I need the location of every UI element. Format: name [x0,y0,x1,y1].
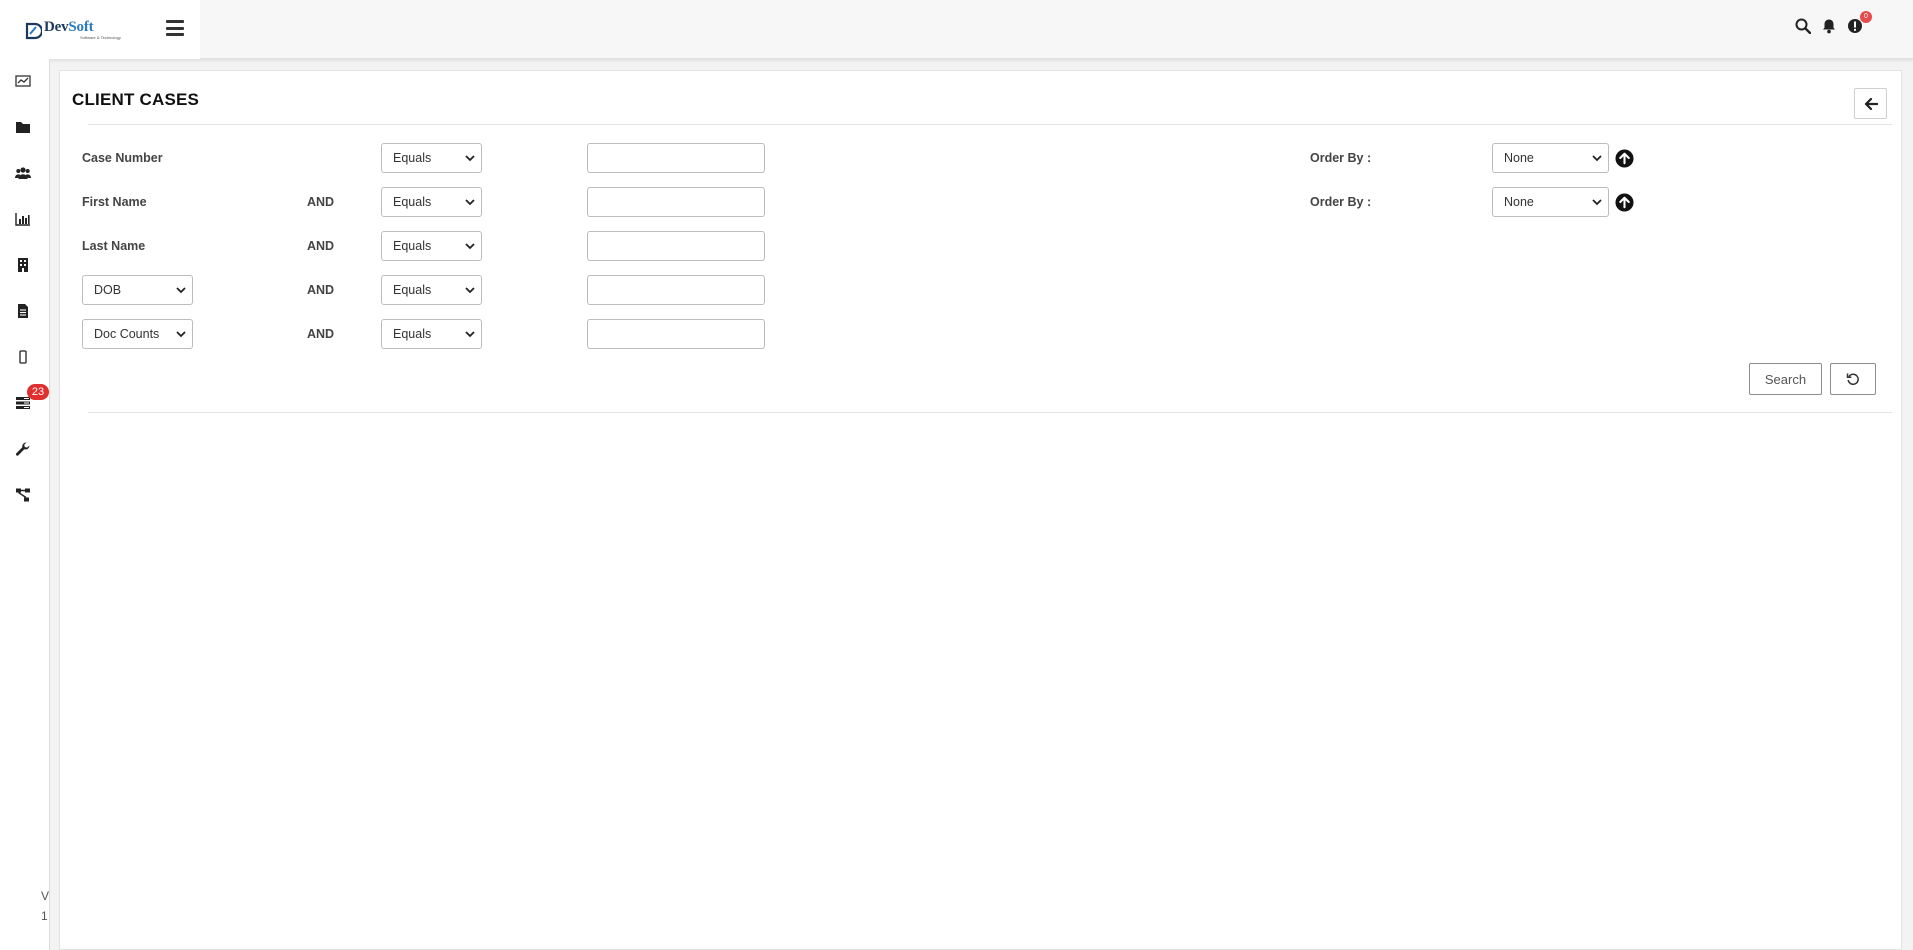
building-icon[interactable] [12,254,34,276]
chevron-down-icon [1592,155,1602,162]
wrench-icon[interactable] [12,438,34,460]
order-by-label-2: Order By : [1310,195,1372,209]
tasks-icon[interactable]: 23 [12,384,49,414]
client-cases-panel: CLIENT CASES Case Number Equals Order By… [59,70,1902,950]
brand-name-dev: Dev [44,19,69,35]
sidebar: 23 V 1 [0,59,50,950]
alert-count-badge: 0 [1860,11,1872,23]
sitemap-icon[interactable] [12,484,34,506]
sort-ascending-icon[interactable] [1615,193,1634,212]
connector-and-last-name: AND [307,239,335,253]
order-by-select-1[interactable]: None [1492,143,1609,173]
order-by-select-2[interactable]: None [1492,187,1609,217]
value-input-case-number[interactable] [587,143,765,173]
menu-toggle-icon[interactable] [166,20,184,36]
results-divider [88,412,1892,413]
chevron-down-icon [1592,199,1602,206]
connector-and-first-name: AND [307,195,335,209]
top-navbar: DevSoft Software & Technology 0 [0,0,1913,59]
chevron-down-icon [176,287,186,294]
order-by-label-1: Order By : [1310,151,1372,165]
chevron-down-icon [465,331,475,338]
version-label-line1: V [41,889,50,903]
operator-select-last-name[interactable]: Equals [381,231,482,261]
operator-select-case-number[interactable]: Equals [381,143,482,173]
arrow-left-icon [1864,97,1878,110]
chevron-down-icon [465,287,475,294]
filter-label-last-name: Last Name [82,239,146,253]
filter-label-case-number: Case Number [82,151,163,165]
brand-name-soft: Soft [68,19,94,35]
chevron-down-icon [465,243,475,250]
field-select-doc-counts[interactable]: Doc Counts [82,319,193,349]
operator-select-dob[interactable]: Equals [381,275,482,305]
alert-icon[interactable]: 0 [1847,11,1872,36]
bell-icon[interactable] [1821,18,1837,36]
refresh-icon [1846,373,1859,386]
logo-mark-icon [25,22,42,40]
reset-button[interactable] [1830,363,1876,395]
brand-area: DevSoft Software & Technology [0,0,200,59]
version-label-line2: 1 [41,909,48,923]
users-icon[interactable] [12,162,34,184]
bar-chart-icon[interactable] [12,208,34,230]
filter-label-first-name: First Name [82,195,147,209]
chevron-down-icon [465,199,475,206]
sort-ascending-icon[interactable] [1615,149,1634,168]
document-icon[interactable] [12,300,34,322]
folder-icon[interactable] [12,116,34,138]
operator-select-first-name[interactable]: Equals [381,187,482,217]
devsoft-logo[interactable]: DevSoft Software & Technology [24,20,121,40]
brand-tagline: Software & Technology [80,35,121,40]
chevron-down-icon [465,155,475,162]
page-title: CLIENT CASES [72,90,200,109]
search-button[interactable]: Search [1749,363,1822,395]
mobile-icon[interactable] [12,346,34,368]
value-input-last-name[interactable] [587,231,765,261]
value-input-first-name[interactable] [587,187,765,217]
chevron-down-icon [176,331,186,338]
value-input-doc-counts[interactable] [587,319,765,349]
operator-select-doc-counts[interactable]: Equals [381,319,482,349]
connector-and-dob: AND [307,283,335,297]
header-divider [88,124,1892,125]
dashboard-icon[interactable] [12,70,34,92]
back-button[interactable] [1854,88,1887,119]
value-input-dob[interactable] [587,275,765,305]
tasks-count-badge: 23 [27,384,49,400]
search-icon[interactable] [1795,18,1812,36]
field-select-dob[interactable]: DOB [82,275,193,305]
connector-and-doc-counts: AND [307,327,335,341]
